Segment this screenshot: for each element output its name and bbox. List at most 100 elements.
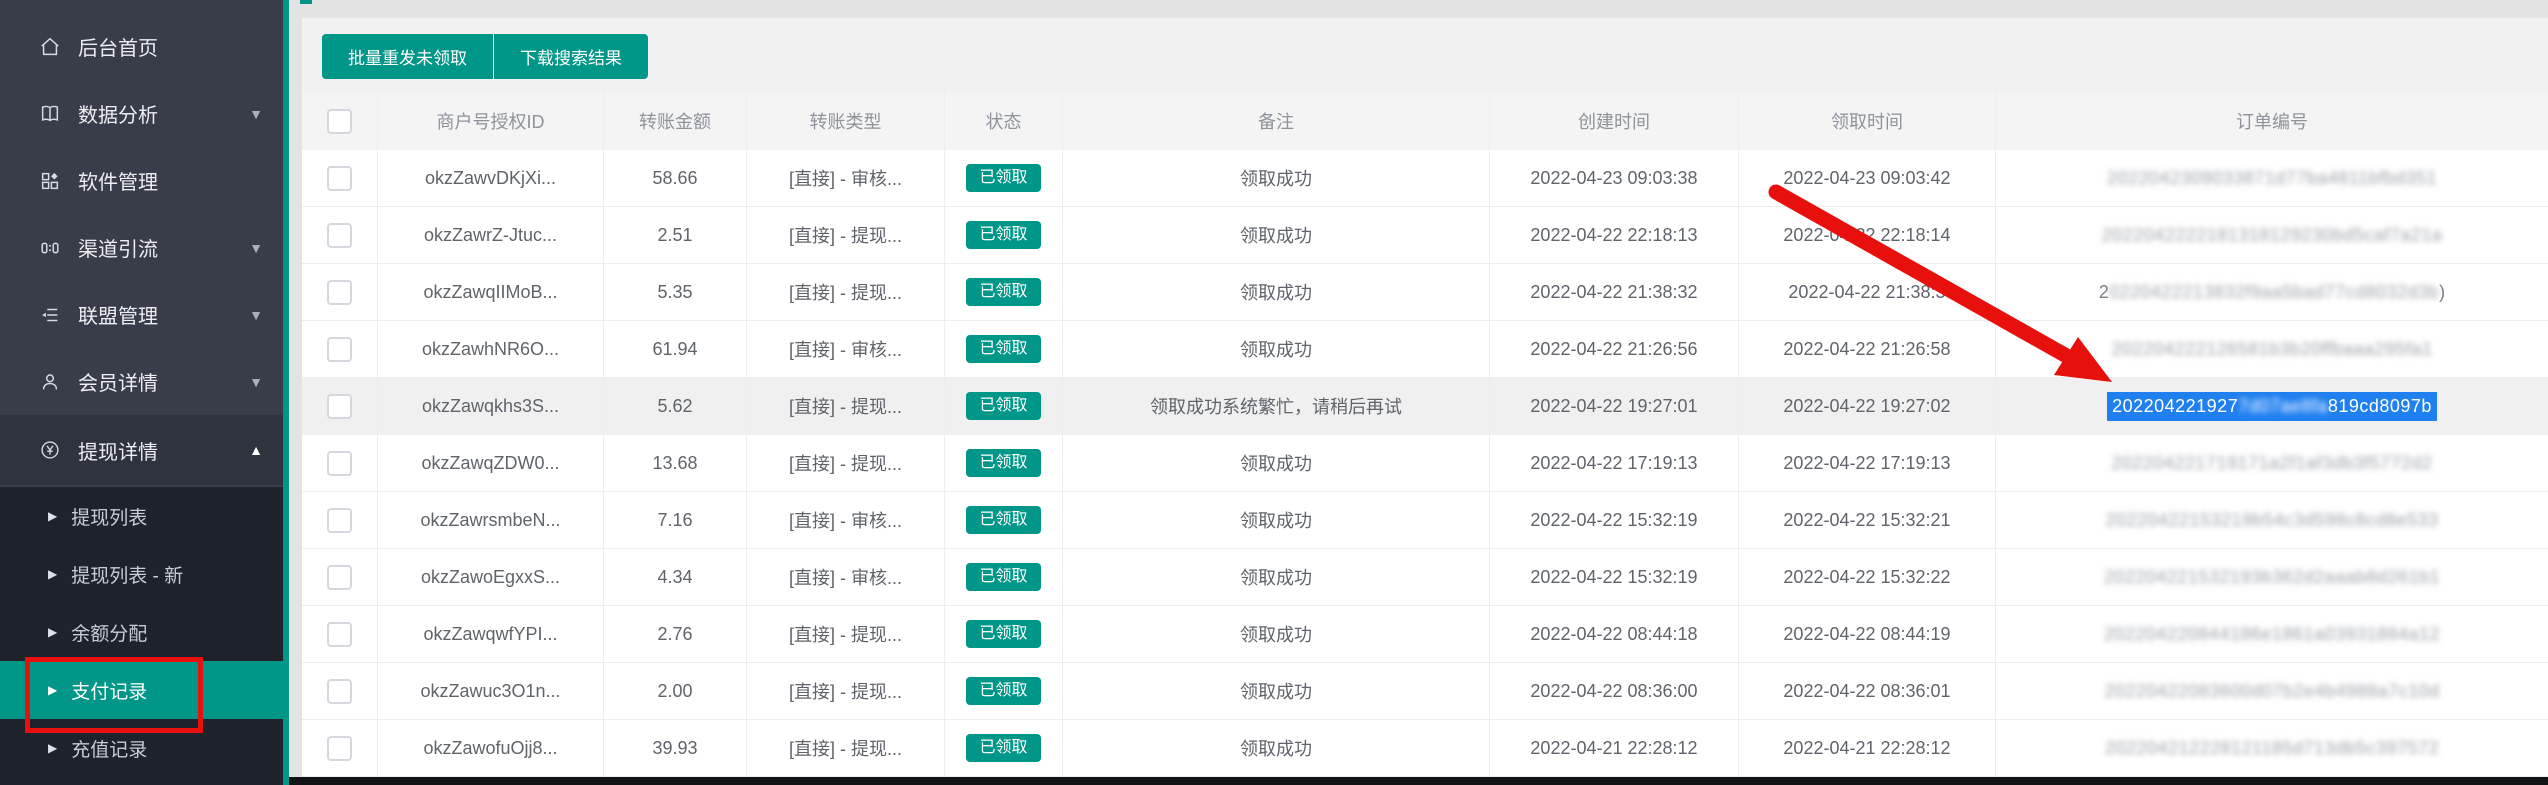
sidebar-item-alliance[interactable]: 联盟管理 ▼ <box>0 281 283 348</box>
yen-circle-icon <box>36 438 64 462</box>
type-cell: [直接] - 提现... <box>747 207 945 263</box>
row-checkbox[interactable] <box>327 678 352 704</box>
order-number-cell[interactable]: 2022042309033871d77ba4811bfbd351 <box>1996 150 2548 206</box>
merchant-id-cell: okzZawoEgxxS... <box>378 549 604 605</box>
created-time-cell: 2022-04-22 17:19:13 <box>1490 435 1739 491</box>
caret-right-icon: ▶ <box>48 567 58 581</box>
row-checkbox[interactable] <box>327 165 352 191</box>
type-cell: [直接] - 审核... <box>747 492 945 548</box>
order-number-cell[interactable]: 20220422083600d07b2e4b4988a7c10d <box>1996 663 2548 719</box>
type-cell: [直接] - 提现... <box>747 663 945 719</box>
sidebar-item-label: 数据分析 <box>78 105 158 127</box>
order-number-cell[interactable]: 202204221927 7d07ae8fa 819cd8097b <box>1996 378 2548 434</box>
sidebar-item-label: 联盟管理 <box>78 306 158 328</box>
sidebar-item-channel[interactable]: 渠道引流 ▼ <box>0 214 283 281</box>
sidebar-item-label: 渠道引流 <box>78 239 158 261</box>
status-badge: 已领取 <box>966 164 1041 192</box>
merchant-id-cell: okzZawrsmbeN... <box>378 492 604 548</box>
row-checkbox[interactable] <box>327 222 352 248</box>
sidebar-item-data-analysis[interactable]: 数据分析 ▼ <box>0 80 283 147</box>
sidebar-item-member[interactable]: 会员详情 ▼ <box>0 348 283 415</box>
row-checkbox[interactable] <box>327 507 352 533</box>
column-header-merchant: 商户号授权ID <box>378 92 604 150</box>
created-time-cell: 2022-04-22 15:32:19 <box>1490 492 1739 548</box>
remark-cell: 领取成功系统繁忙，请稍后再试 <box>1063 378 1490 434</box>
table-body: okzZawvDKjXi... 58.66 [直接] - 审核... 已领取 领… <box>302 150 2548 777</box>
remark-cell: 领取成功 <box>1063 549 1490 605</box>
column-header-received: 领取时间 <box>1739 92 1996 150</box>
amount-cell: 39.93 <box>604 720 747 776</box>
censored-order-number: 2022042222181318129230bd5caf7a21a <box>2101 224 2443 245</box>
created-time-cell: 2022-04-22 08:44:18 <box>1490 606 1739 662</box>
remark-cell: 领取成功 <box>1063 150 1490 206</box>
home-icon <box>36 35 64 59</box>
status-badge: 已领取 <box>966 506 1041 534</box>
order-number-cell[interactable]: 2022042222181318129230bd5caf7a21a <box>1996 207 2548 263</box>
status-badge: 已领取 <box>966 392 1041 420</box>
table-row: okzZawvDKjXi... 58.66 [直接] - 审核... 已领取 领… <box>302 150 2548 207</box>
row-checkbox[interactable] <box>327 450 352 476</box>
censored-order-number: 7d07ae8fa <box>2238 395 2328 416</box>
order-number-cell[interactable]: 202204222126581b3b20ffbaaa295fa1 <box>1996 321 2548 377</box>
row-checkbox[interactable] <box>327 336 352 362</box>
received-time-cell: 2022-04-22 21:26:58 <box>1739 321 1996 377</box>
censored-order-number: 0220422213832f9aa5bad77cd8032d3b <box>2108 281 2440 302</box>
column-header-order: 订单编号 <box>2236 112 2308 132</box>
order-number-cell[interactable]: 202204221719171a2f1af3db3f5772d2 <box>1996 435 2548 491</box>
submenu-item-withdraw-list-new[interactable]: ▶ 提现列表 - 新 <box>0 545 283 603</box>
table-row: okzZawuc3O1n... 2.00 [直接] - 提现... 已领取 领取… <box>302 663 2548 720</box>
amount-cell: 7.16 <box>604 492 747 548</box>
sidebar-item-withdraw[interactable]: 提现详情 ▲ <box>0 415 283 485</box>
sidebar: 后台首页 数据分析 ▼ 软件管理 渠道引流 ▼ 联盟管理 ▼ 会员详情 ▼ 提现… <box>0 0 283 785</box>
submenu-item-balance-allocation[interactable]: ▶ 余额分配 <box>0 603 283 661</box>
status-badge: 已领取 <box>966 449 1041 477</box>
admin-screen: 后台首页 数据分析 ▼ 软件管理 渠道引流 ▼ 联盟管理 ▼ 会员详情 ▼ 提现… <box>0 0 2548 785</box>
order-number-cell[interactable]: 202204220844186e1861a03931884a12 <box>1996 606 2548 662</box>
download-results-button[interactable]: 下载搜索结果 <box>493 34 648 79</box>
status-badge: 已领取 <box>966 734 1041 762</box>
amount-cell: 5.35 <box>604 264 747 320</box>
order-number-cell[interactable]: 2 0220422213832f9aa5bad77cd8032d3b) <box>1996 264 2548 320</box>
merchant-id-cell: okzZawvDKjXi... <box>378 150 604 206</box>
received-time-cell: 2022-04-22 15:32:22 <box>1739 549 1996 605</box>
table-row: okzZawhNR6O... 61.94 [直接] - 审核... 已领取 领取… <box>302 321 2548 378</box>
row-checkbox[interactable] <box>327 279 352 305</box>
table-header: 商户号授权ID 转账金额 转账类型 状态 备注 创建时间 领取时间 订单编号 <box>302 92 2548 150</box>
caret-right-icon: ▶ <box>48 625 58 639</box>
row-checkbox[interactable] <box>327 621 352 647</box>
caret-right-icon: ▶ <box>48 509 58 523</box>
book-icon <box>36 102 64 126</box>
order-number-cell[interactable]: 20220422153219b54c3d598c8cd8e533 <box>1996 492 2548 548</box>
submenu-item-withdraw-list[interactable]: ▶ 提现列表 <box>0 487 283 545</box>
order-number-prefix: 202204221927 <box>2112 395 2239 416</box>
order-number-cell[interactable]: 202204221532193b362d2aaab8d261b1 <box>1996 549 2548 605</box>
merchant-id-cell: okzZawqIIMoB... <box>378 264 604 320</box>
row-checkbox[interactable] <box>327 564 352 590</box>
bottom-scroll-bar[interactable] <box>289 777 2548 785</box>
withdraw-submenu: ▶ 提现列表 ▶ 提现列表 - 新 ▶ 余额分配 ▶ 支付记录 ▶ 充值记录 <box>0 487 283 785</box>
created-time-cell: 2022-04-22 15:32:19 <box>1490 549 1739 605</box>
table-row: okzZawrZ-Jtuc... 2.51 [直接] - 提现... 已领取 领… <box>302 207 2548 264</box>
censored-order-number: 20220422083600d07b2e4b4988a7c10d <box>2104 680 2440 701</box>
sidebar-item-software[interactable]: 软件管理 <box>0 147 283 214</box>
chevron-up-icon: ▲ <box>249 442 263 458</box>
amount-cell: 2.76 <box>604 606 747 662</box>
sidebar-item-label: 后台首页 <box>78 38 158 60</box>
status-badge: 已领取 <box>966 677 1041 705</box>
created-time-cell: 2022-04-21 22:28:12 <box>1490 720 1739 776</box>
row-checkbox[interactable] <box>327 735 352 761</box>
type-cell: [直接] - 提现... <box>747 378 945 434</box>
selected-order-number[interactable]: 202204221927 7d07ae8fa 819cd8097b <box>2107 391 2437 421</box>
censored-order-number: 2022042309033871d77ba4811bfbd351 <box>2107 167 2437 188</box>
sidebar-item-home[interactable]: 后台首页 <box>0 13 283 80</box>
tab-indicator-mark <box>300 0 312 4</box>
select-all-checkbox[interactable] <box>327 108 352 134</box>
remark-cell: 领取成功 <box>1063 492 1490 548</box>
received-time-cell: 2022-04-22 17:19:13 <box>1739 435 1996 491</box>
type-cell: [直接] - 审核... <box>747 321 945 377</box>
batch-resend-button[interactable]: 批量重发未领取 <box>322 34 493 79</box>
created-time-cell: 2022-04-22 21:38:32 <box>1490 264 1739 320</box>
caret-right-icon: ▶ <box>48 741 58 755</box>
row-checkbox[interactable] <box>327 393 352 419</box>
order-number-cell[interactable]: 202204212228121185d713db5c397572 <box>1996 720 2548 776</box>
